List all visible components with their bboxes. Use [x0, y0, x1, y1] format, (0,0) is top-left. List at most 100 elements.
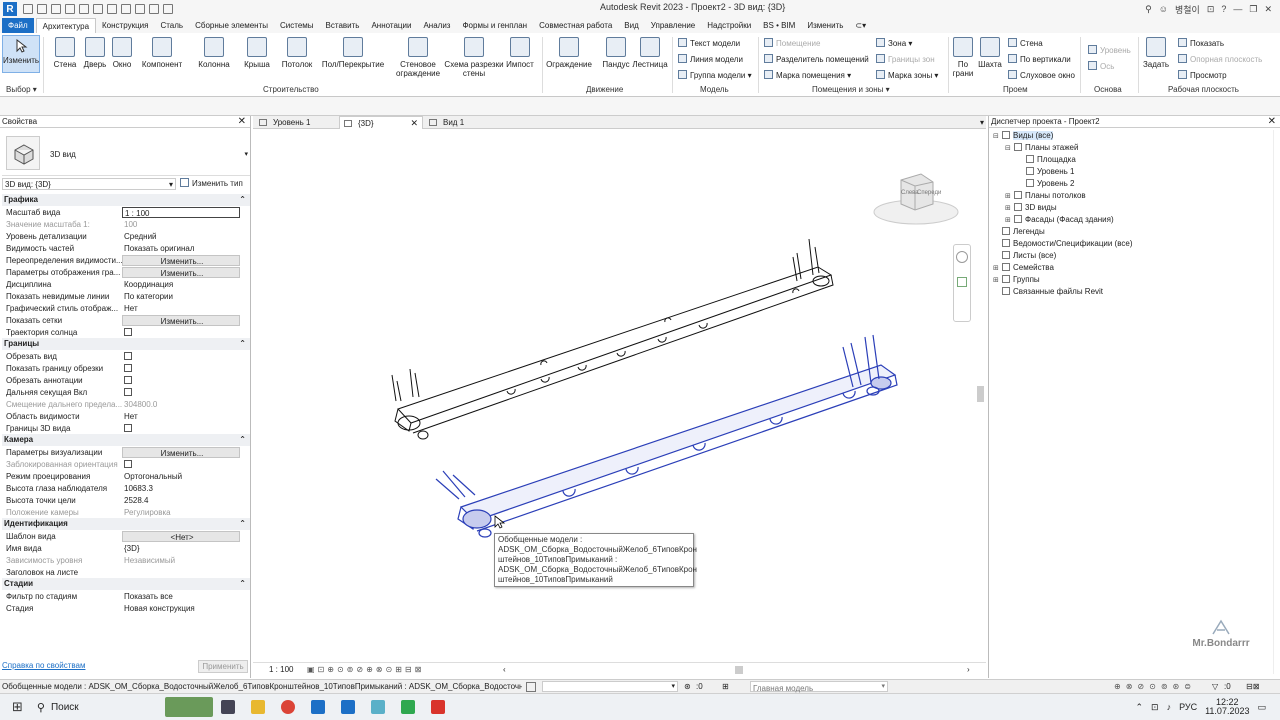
room-separator-button[interactable]: Разделитель помещений [764, 54, 869, 65]
tab-2[interactable]: Конструкция [96, 18, 154, 33]
filter-icon[interactable]: ▽ [1212, 680, 1218, 693]
revit-logo-icon[interactable]: R [3, 2, 17, 16]
undo-icon[interactable] [65, 4, 75, 14]
tab-0[interactable]: Файл [2, 18, 34, 33]
user-name[interactable]: 병철이 [1175, 3, 1200, 16]
property-checkbox[interactable] [124, 423, 132, 432]
tray-chevron-icon[interactable]: ⌃ [1135, 702, 1143, 713]
viewer-button[interactable]: Просмотр [1178, 70, 1227, 81]
camtasia-icon[interactable] [400, 700, 415, 714]
build-button-3[interactable]: Компонент [140, 37, 184, 69]
shaft-button[interactable]: Шахта [977, 37, 1003, 69]
property-value[interactable]: 100 [122, 219, 240, 230]
property-value[interactable]: Координация [122, 279, 240, 290]
print-icon[interactable] [93, 4, 103, 14]
browser-node[interactable]: ⊟ Планы этажей [1005, 142, 1078, 154]
browser-node[interactable]: Листы (все) [993, 250, 1056, 261]
browser-node[interactable]: ⊞ Семейства [993, 262, 1054, 274]
tab-5[interactable]: Системы [274, 18, 320, 33]
taskbar-search[interactable]: Поиск [51, 702, 79, 713]
property-value[interactable]: Изменить... [122, 266, 240, 278]
windows-start-icon[interactable]: ⊞ [12, 699, 23, 715]
property-checkbox[interactable] [124, 351, 132, 360]
viewcube-front[interactable]: Спереди [917, 190, 941, 196]
selection-options-icons[interactable]: ⊕⊗⊘⊙⊚⊛⊜ [1114, 680, 1196, 693]
explorer-icon[interactable] [250, 700, 265, 714]
minimize-button[interactable]: — [1233, 4, 1242, 14]
dormer-button[interactable]: Слуховое окно [1008, 70, 1075, 81]
area-tag-button[interactable]: Марка зоны ▾ [876, 70, 938, 81]
notification-icon[interactable]: ▭ [1257, 702, 1266, 713]
model-text-button[interactable]: Текст модели [678, 38, 740, 49]
workset-icon[interactable] [526, 682, 536, 692]
apply-button[interactable]: Применить [198, 660, 248, 673]
browser-node[interactable]: Связанные файлы Revit [993, 286, 1103, 297]
build-button-6[interactable]: Потолок [280, 37, 314, 69]
section-0[interactable]: Графика ⌃ [2, 194, 250, 206]
drawing-area[interactable]: Уровень 1 {3D} ✕ Вид 1 ▾ Слева Спереди О… [253, 116, 986, 678]
area-boundary-button[interactable]: Границы зон [876, 54, 935, 65]
recorder-icon[interactable] [430, 700, 445, 714]
viewcube-left[interactable]: Слева [901, 190, 919, 196]
close-icon[interactable]: ✕ [1268, 116, 1276, 127]
text-icon[interactable] [121, 4, 131, 14]
room-button[interactable]: Помещение [764, 38, 820, 49]
design-options-icon[interactable]: ⊞ [722, 680, 729, 693]
property-value[interactable]: 1 : 100 [122, 206, 240, 218]
build-button-8[interactable]: Стеновое ограждение [396, 37, 440, 78]
tabs-menu-icon[interactable]: ▾ [980, 116, 984, 129]
search-icon[interactable]: ⚲ [1145, 4, 1152, 15]
property-checkbox[interactable] [124, 387, 132, 396]
expand-icon[interactable]: ⊞ [1005, 215, 1014, 226]
tab-14[interactable]: BS • BIM [757, 18, 801, 33]
status-options-icon[interactable]: ⊟⊠ [1246, 680, 1259, 693]
room-tag-button[interactable]: Марка помещения ▾ [764, 70, 851, 81]
browser-scrollbar[interactable] [1273, 130, 1279, 674]
tab-7[interactable]: Аннотации [365, 18, 417, 33]
model-group-button[interactable]: Группа модели ▾ [678, 70, 752, 81]
wall-opening-button[interactable]: Стена [1008, 38, 1043, 49]
property-value[interactable] [122, 363, 240, 374]
tab-4[interactable]: Сборные элементы [189, 18, 274, 33]
tab-3[interactable]: Сталь [154, 18, 189, 33]
build-button-9[interactable]: Схема разрезки стены [444, 37, 504, 78]
tab-6[interactable]: Вставить [320, 18, 366, 33]
property-value[interactable] [122, 423, 240, 434]
tab-12[interactable]: Управление [645, 18, 701, 33]
property-value[interactable]: Показать все [122, 591, 240, 602]
clock[interactable]: 12:22 11.07.2023 [1205, 698, 1249, 716]
property-value[interactable]: <Нет> [122, 530, 240, 542]
section-2[interactable]: Камера ⌃ [2, 434, 250, 446]
collapse-icon[interactable]: ⌃ [239, 338, 246, 350]
property-value[interactable]: Нет [122, 411, 240, 422]
tab-9[interactable]: Формы и генплан [456, 18, 533, 33]
zoom-icon[interactable] [957, 277, 967, 287]
property-value[interactable]: {3D} [122, 543, 240, 554]
show-workplane-button[interactable]: Показать [1178, 38, 1224, 49]
build-button-10[interactable]: Импост [504, 37, 536, 69]
view-scale[interactable]: 1 : 100 [269, 663, 293, 676]
group-select[interactable]: Выбор ▾ [6, 85, 37, 94]
group-room[interactable]: Помещения и зоны ▾ [812, 85, 890, 94]
section-4[interactable]: Стадии ⌃ [2, 578, 250, 590]
grid-button[interactable]: Ось [1088, 61, 1114, 72]
build-button-4[interactable]: Колонна [196, 37, 232, 69]
browser-node[interactable]: ⊞ Планы потолков [1005, 190, 1086, 202]
collapse-icon[interactable]: ⌃ [239, 434, 246, 446]
section-icon[interactable] [149, 4, 159, 14]
search-icon[interactable]: ⚲ [37, 701, 45, 714]
tab-11[interactable]: Вид [618, 18, 644, 33]
expand-icon[interactable]: ⊟ [993, 131, 1002, 142]
expand-icon[interactable]: ⊞ [1005, 191, 1014, 202]
volume-icon[interactable]: ♪ [1167, 702, 1172, 712]
horizontal-scrollbar[interactable] [735, 666, 743, 674]
revit-icon[interactable] [310, 700, 325, 714]
view-control-icons[interactable]: ▣⊡⊕⊙⊚⊘⊕⊗⊙⊞⊟⊠ [307, 663, 424, 676]
build-button-5[interactable]: Крыша [244, 37, 270, 69]
contextual-tab-icon[interactable]: ⊂▾ [849, 18, 872, 33]
tab-view-1[interactable]: Вид 1 [425, 116, 509, 129]
browser-node[interactable]: Уровень 1 [1017, 166, 1075, 177]
app-icon[interactable] [370, 700, 385, 714]
property-value[interactable]: 2528.4 [122, 495, 240, 506]
section-3[interactable]: Идентификация ⌃ [2, 518, 250, 530]
